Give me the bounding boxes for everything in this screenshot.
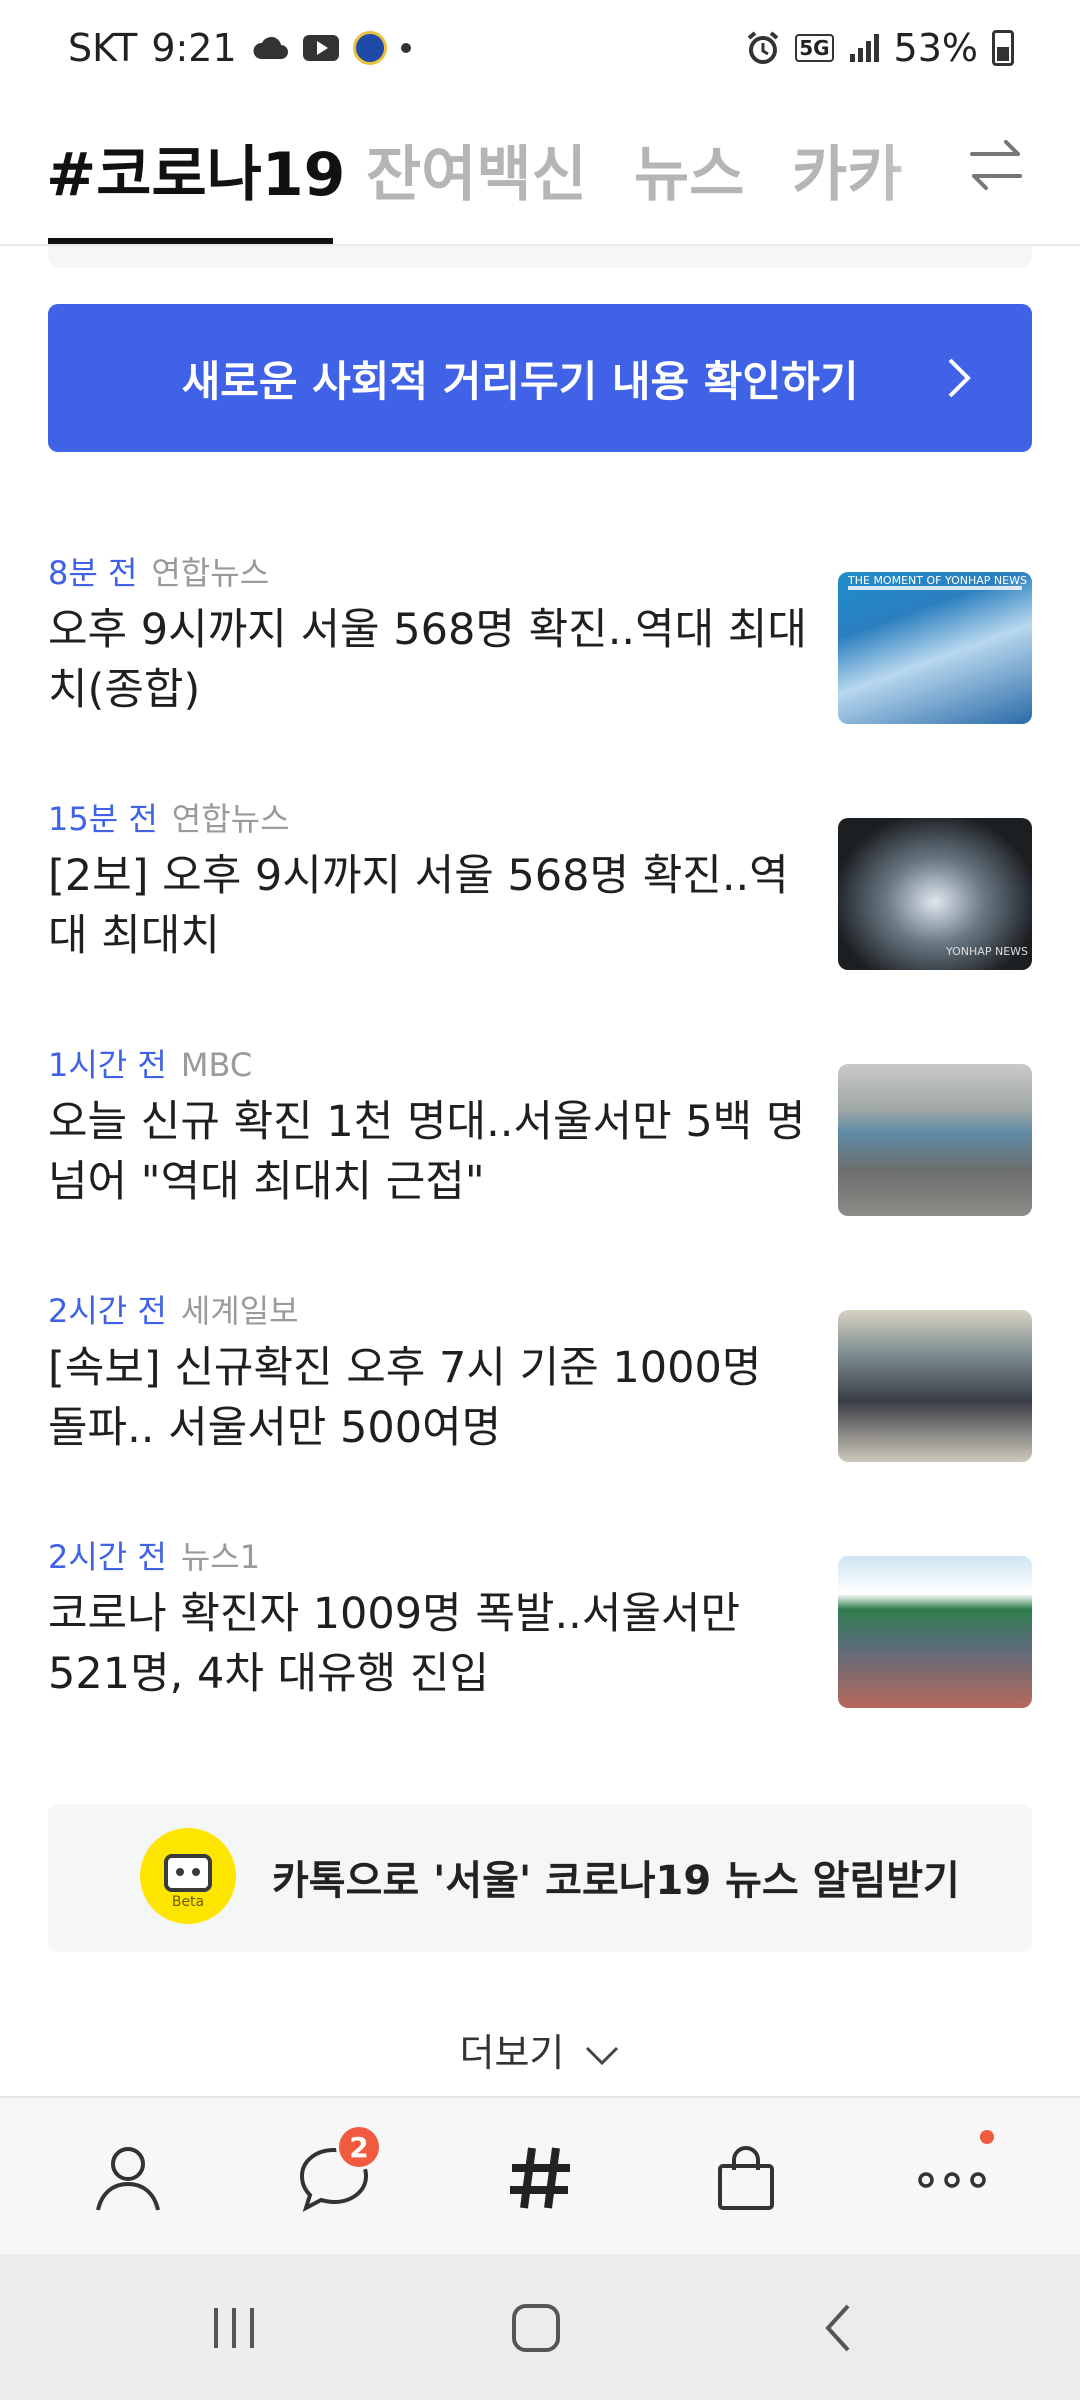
kakao-alert-label: 카톡으로 '서울' 코로나19 뉴스 알림받기 — [272, 1858, 960, 1904]
banner-label: 새로운 사회적 거리두기 내용 확인하기 — [181, 356, 859, 406]
new-indicator-dot — [980, 2130, 994, 2144]
news-thumbnail — [838, 1310, 1032, 1462]
nav-hashtag[interactable] — [500, 2138, 580, 2218]
status-left: SKT 9:21 — [68, 26, 411, 70]
nav-friends[interactable] — [88, 2138, 168, 2218]
person-icon — [96, 2147, 160, 2211]
news-headline: 오늘 신규 확진 1천 명대..서울서만 5백 명 넘어 "역대 최대치 근접" — [48, 1097, 806, 1207]
card-edge — [48, 246, 1032, 268]
kakao-news-alert-button[interactable]: Beta 카톡으로 '서울' 코로나19 뉴스 알림받기 — [48, 1804, 1032, 1952]
news-time: 2시간 전 — [48, 1292, 167, 1330]
news-item[interactable]: 1시간 전 MBC 오늘 신규 확진 1천 명대..서울서만 5백 명 넘어 "역… — [48, 1040, 1032, 1240]
news-headline: 오후 9시까지 서울 568명 확진..역대 최대치(종합) — [48, 605, 807, 715]
tab-remaining-vaccine[interactable]: 잔여백신 — [366, 126, 587, 213]
system-nav-bar — [0, 2254, 1080, 2400]
signal-icon — [849, 34, 879, 62]
news-headline: [속보] 신규확진 오후 7시 기준 1000명 돌파.. 서울서만 500여명 — [48, 1343, 762, 1453]
alarm-icon — [747, 31, 779, 64]
nav-shopping[interactable] — [706, 2138, 786, 2218]
news-thumbnail — [838, 1556, 1032, 1708]
more-dots-icon — [918, 2172, 986, 2188]
distancing-info-banner[interactable]: 새로운 사회적 거리두기 내용 확인하기 — [48, 304, 1032, 452]
battery-percent: 53% — [893, 26, 978, 70]
hashtag-icon — [510, 2147, 570, 2209]
more-label: 더보기 — [459, 2031, 565, 2075]
news-thumbnail: THE MOMENT OF YONHAP NEWS — [838, 572, 1032, 724]
bot-face — [164, 1854, 212, 1892]
tab-corona19[interactable]: #코로나19 — [46, 126, 345, 213]
recent-apps-icon[interactable] — [204, 2300, 264, 2356]
news-meta: 1시간 전 MBC — [48, 1040, 252, 1086]
news-headline: [2보] 오후 9시까지 서울 568명 확진..역대 최대치 — [48, 851, 789, 961]
thumbnail-caption: THE MOMENT OF YONHAP NEWS — [848, 574, 1027, 587]
news-time: 2시간 전 — [48, 1538, 167, 1576]
app-notification-icon — [352, 31, 387, 65]
news-item[interactable]: 8분 전 연합뉴스 오후 9시까지 서울 568명 확진..역대 최대치(종합) … — [48, 548, 1032, 748]
news-time: 15분 전 — [48, 800, 158, 838]
news-source: 연합뉴스 — [151, 554, 270, 592]
status-bar: SKT 9:21 5G 53% — [0, 0, 1080, 96]
news-source: 세계일보 — [180, 1292, 299, 1330]
bottom-nav: 2 — [0, 2096, 1080, 2254]
news-headline: 코로나 확진자 1009명 폭발..서울서만 521명, 4차 대유행 진입 — [48, 1589, 741, 1699]
unread-badge: 2 — [336, 2124, 382, 2170]
battery-icon — [992, 30, 1014, 66]
news-meta: 15분 전 연합뉴스 — [48, 794, 290, 840]
kakao-bot-icon: Beta — [140, 1828, 236, 1924]
news-source: 뉴스1 — [180, 1538, 261, 1576]
news-meta: 2시간 전 세계일보 — [48, 1286, 299, 1332]
news-source: 연합뉴스 — [171, 800, 290, 838]
more-notifications-dot — [400, 43, 411, 53]
news-thumbnail: YONHAP NEWS — [838, 818, 1032, 970]
news-item[interactable]: 15분 전 연합뉴스 [2보] 오후 9시까지 서울 568명 확진..역대 최대… — [48, 794, 1032, 994]
chevron-right-icon — [948, 358, 971, 398]
home-icon[interactable] — [506, 2300, 566, 2356]
news-thumbnail — [838, 1064, 1032, 1216]
news-meta: 8분 전 연합뉴스 — [48, 548, 269, 594]
cloud-icon — [253, 36, 288, 59]
tab-news[interactable]: 뉴스 — [634, 126, 744, 213]
news-time: 8분 전 — [48, 554, 138, 592]
clock: 9:21 — [151, 26, 237, 70]
back-icon[interactable] — [810, 2300, 870, 2356]
news-item[interactable]: 2시간 전 세계일보 [속보] 신규확진 오후 7시 기준 1000명 돌파.. … — [48, 1286, 1032, 1486]
active-tab-indicator — [48, 238, 333, 244]
network-type: 5G — [795, 34, 834, 62]
news-item[interactable]: 2시간 전 뉴스1 코로나 확진자 1009명 폭발..서울서만 521명, 4차… — [48, 1532, 1032, 1732]
news-time: 1시간 전 — [48, 1046, 167, 1084]
news-source: MBC — [180, 1046, 253, 1084]
status-right: 5G 53% — [745, 26, 1014, 70]
news-meta: 2시간 전 뉴스1 — [48, 1532, 260, 1578]
shopping-bag-icon — [718, 2146, 774, 2210]
swap-arrows-icon[interactable] — [966, 134, 1026, 196]
chevron-down-icon — [586, 2046, 619, 2065]
nav-chats[interactable]: 2 — [294, 2124, 382, 2218]
thumbnail-caption: YONHAP NEWS — [946, 945, 1028, 958]
tab-bar: #코로나19 잔여백신 뉴스 카카 — [0, 96, 1080, 246]
more-button[interactable]: 더보기 — [0, 2022, 1080, 2077]
carrier-label: SKT — [68, 26, 138, 70]
youtube-icon — [302, 35, 339, 61]
nav-more[interactable] — [912, 2130, 994, 2218]
bot-beta-tag: Beta — [171, 1894, 205, 1910]
